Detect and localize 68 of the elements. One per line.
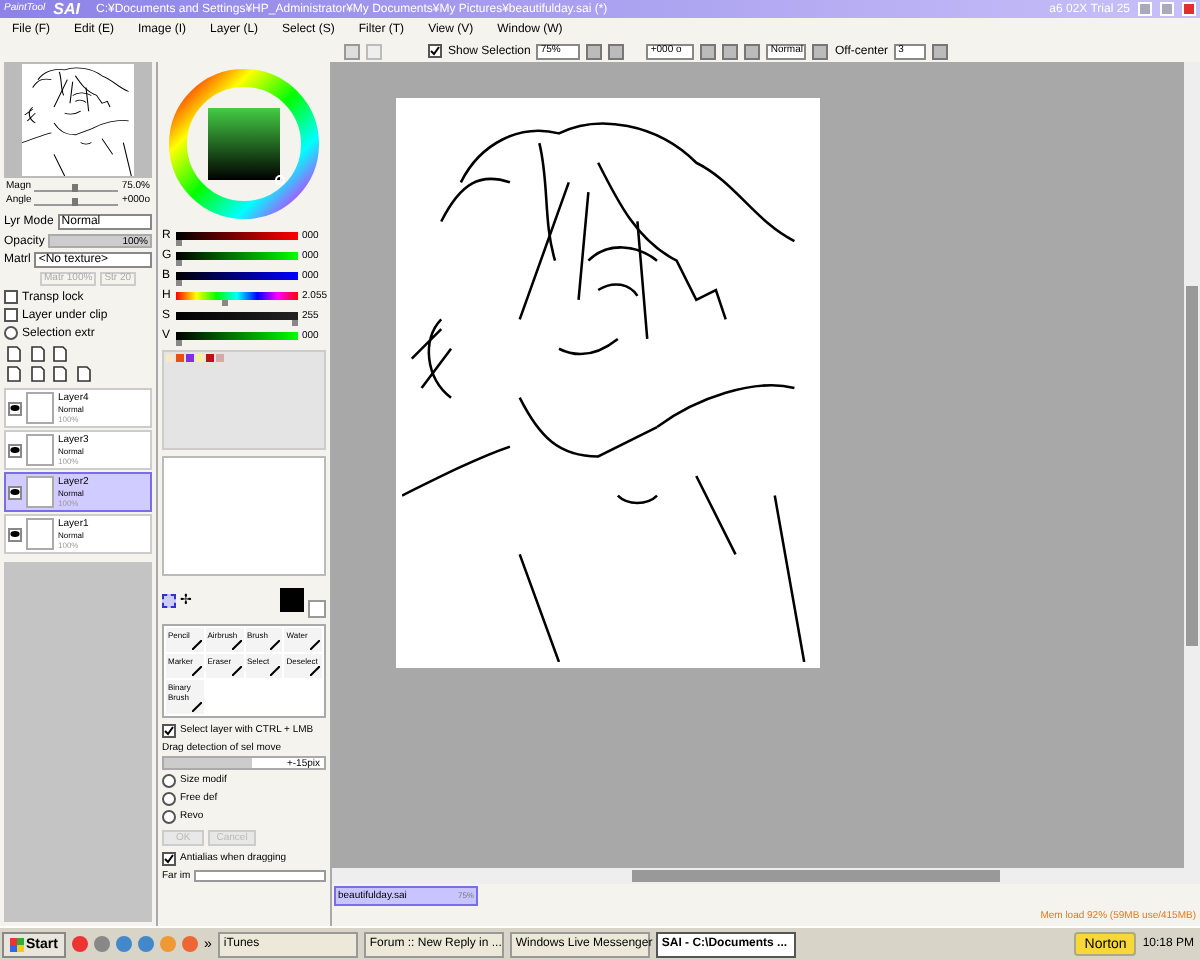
reset-button[interactable] [744, 43, 761, 59]
color-swatch[interactable] [196, 354, 204, 362]
visibility-toggle[interactable] [8, 401, 22, 415]
radio-button[interactable] [162, 774, 176, 788]
vertical-scrollbar[interactable] [1184, 62, 1200, 868]
rotate-button[interactable] [700, 43, 717, 59]
radio-button[interactable] [162, 810, 176, 824]
new-layer-icon[interactable] [6, 346, 22, 362]
undo-button[interactable] [344, 43, 360, 59]
color-slider[interactable] [176, 232, 298, 240]
eye-icon [10, 446, 20, 454]
flip-button[interactable] [722, 43, 739, 59]
checkbox[interactable] [428, 44, 442, 58]
eye-icon [10, 404, 20, 412]
color-slider[interactable] [176, 312, 298, 320]
checkbox[interactable] [162, 852, 176, 866]
tick-icon [430, 46, 440, 56]
close-button[interactable] [1182, 2, 1196, 16]
layer-thumbnail [26, 392, 54, 424]
background-color[interactable] [308, 599, 326, 617]
dropdown-button[interactable] [932, 43, 949, 59]
layer-thumbnail [26, 518, 54, 550]
eye-icon [10, 530, 20, 538]
thumbnail-sketch-drawing [22, 64, 134, 176]
pen-icon [310, 666, 320, 676]
radio-button[interactable] [4, 326, 18, 340]
pen-icon [231, 640, 241, 650]
color-swatch[interactable] [186, 354, 194, 362]
visibility-toggle[interactable] [8, 485, 22, 499]
pen-icon [191, 640, 202, 650]
color-slider[interactable] [176, 292, 298, 300]
checkbox[interactable] [4, 308, 18, 322]
windows-logo-icon [10, 937, 24, 951]
pen-icon [191, 702, 202, 712]
color-slider[interactable] [176, 252, 298, 260]
color-swatch[interactable] [216, 354, 224, 362]
dropdown-button[interactable] [812, 43, 829, 59]
navigator-slider[interactable] [34, 196, 118, 206]
rect-select-tool-icon[interactable] [162, 593, 176, 607]
horizontal-scrollbar[interactable] [332, 868, 1200, 884]
eye-icon [10, 488, 20, 496]
app-logo: SAI [53, 1, 81, 17]
pen-icon [191, 666, 202, 676]
zoom-in-button[interactable] [608, 43, 625, 59]
far-field[interactable] [194, 870, 326, 882]
maximize-button[interactable] [1160, 2, 1174, 16]
tick-icon [164, 726, 174, 736]
pen-icon [310, 640, 320, 650]
minimize-button[interactable] [1138, 2, 1152, 16]
color-swatch[interactable] [206, 354, 214, 362]
checkbox[interactable] [162, 724, 176, 738]
pen-icon [270, 666, 281, 676]
radio-button[interactable] [162, 792, 176, 806]
visibility-toggle[interactable] [8, 527, 22, 541]
checkbox[interactable] [4, 290, 18, 304]
color-wheel[interactable] [166, 66, 322, 222]
tick-icon [164, 854, 174, 864]
visibility-toggle[interactable] [8, 443, 22, 457]
pen-icon [231, 666, 241, 676]
navigator-slider[interactable] [34, 182, 118, 192]
color-slider[interactable] [176, 332, 298, 340]
color-slider[interactable] [176, 272, 298, 280]
layer-thumbnail [26, 434, 54, 466]
foreground-color[interactable] [280, 588, 304, 612]
zoom-out-button[interactable] [586, 43, 603, 59]
pen-icon [270, 640, 281, 650]
color-swatch[interactable] [176, 354, 184, 362]
layer-thumbnail [26, 476, 54, 508]
